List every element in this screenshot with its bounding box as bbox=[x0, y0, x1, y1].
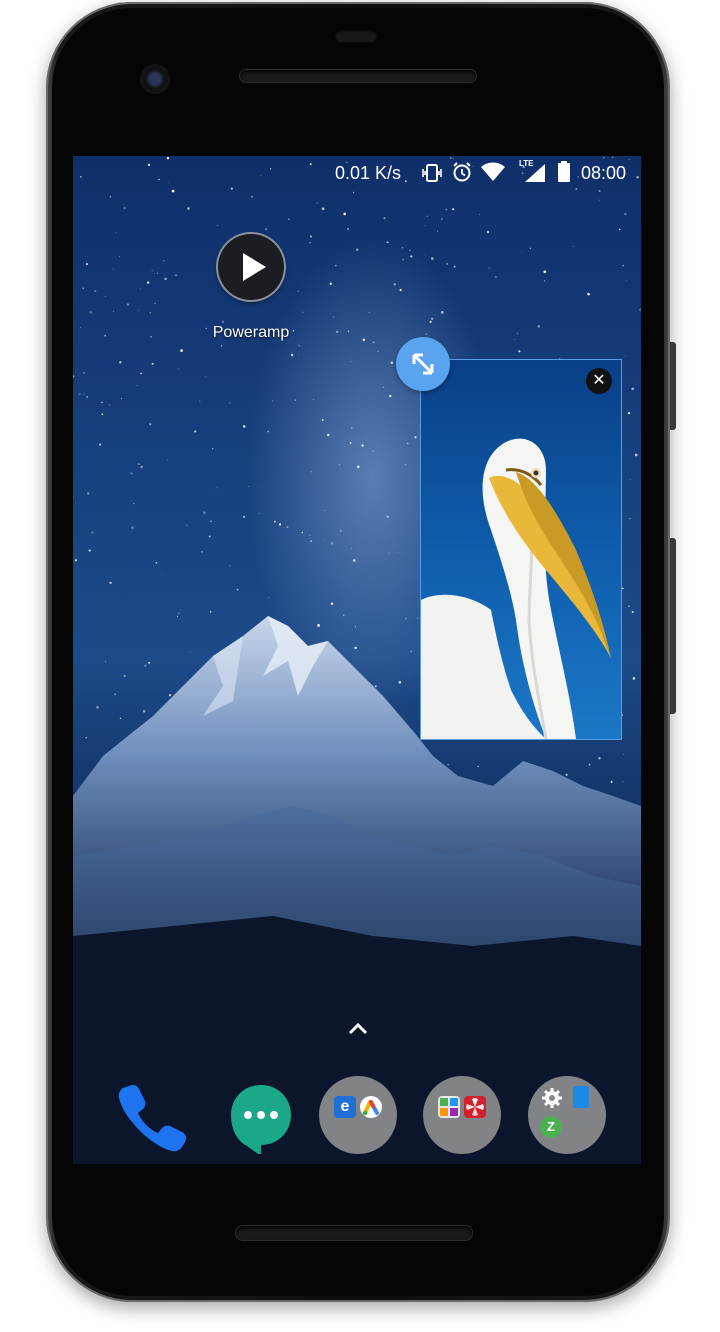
picture-in-picture-window[interactable] bbox=[420, 359, 622, 740]
status-bar: 0.01 K/s LTE 08:00 bbox=[73, 156, 641, 190]
power-button bbox=[670, 342, 676, 430]
close-icon: ✕ bbox=[592, 372, 606, 389]
settings-icon bbox=[540, 1086, 562, 1108]
pelican-video bbox=[421, 438, 611, 739]
zarchiver-icon: Z bbox=[540, 1116, 562, 1138]
pip-expand-button[interactable] bbox=[396, 337, 450, 391]
dock-phone[interactable] bbox=[111, 1076, 189, 1154]
huawei-icon bbox=[464, 1096, 486, 1118]
wifi-icon bbox=[481, 162, 505, 187]
vibrate-icon bbox=[421, 162, 443, 189]
expand-icon bbox=[412, 353, 434, 375]
earpiece-speaker bbox=[240, 70, 476, 82]
network-speed: 0.01 K/s bbox=[335, 163, 402, 183]
home-screen: 0.01 K/s LTE 08:00 Poweramp ✕ e Z bbox=[73, 156, 641, 1164]
front-camera bbox=[140, 64, 170, 94]
dock-folder-3[interactable]: Z bbox=[528, 1076, 606, 1154]
dock-messages[interactable] bbox=[221, 1076, 299, 1156]
chat-bubble-icon bbox=[231, 1085, 291, 1156]
google-ads-icon bbox=[360, 1096, 382, 1118]
phone-icon bbox=[118, 1085, 186, 1152]
pip-close-button[interactable]: ✕ bbox=[586, 368, 612, 394]
top-microphone bbox=[335, 30, 377, 42]
calculator-icon bbox=[438, 1096, 460, 1118]
blue-app-icon bbox=[573, 1086, 589, 1108]
alarm-icon bbox=[451, 161, 473, 188]
poweramp-app-label[interactable]: Poweramp bbox=[191, 324, 311, 342]
dock-folder-2[interactable] bbox=[423, 1076, 501, 1154]
chevron-up-icon[interactable] bbox=[343, 1018, 373, 1040]
clock: 08:00 bbox=[581, 163, 627, 183]
dock-folder-1[interactable]: e bbox=[319, 1076, 397, 1154]
volume-rocker bbox=[670, 538, 676, 714]
bottom-speaker bbox=[236, 1226, 472, 1240]
poweramp-app-icon[interactable] bbox=[218, 234, 284, 300]
edge-icon: e bbox=[334, 1096, 356, 1118]
play-icon bbox=[243, 253, 266, 281]
battery-icon bbox=[557, 161, 571, 188]
lte-signal-icon bbox=[525, 164, 545, 187]
